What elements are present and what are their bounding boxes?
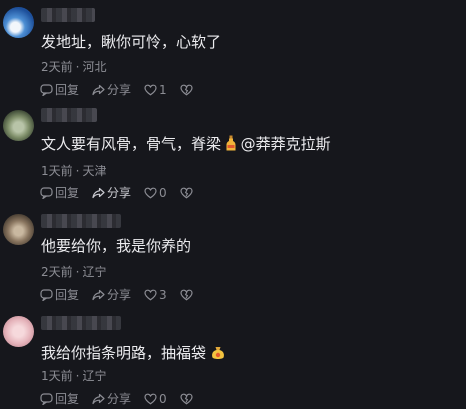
- dislike-heart-icon: [180, 289, 193, 301]
- reply-icon: [40, 393, 53, 405]
- comment-location: 天津: [82, 164, 107, 178]
- share-icon: [92, 187, 105, 199]
- like-count: 1: [159, 83, 167, 97]
- comment-body: 我给你指条明路，抽福袋: [41, 344, 207, 362]
- heart-icon: [144, 84, 157, 96]
- dislike-heart-icon: [180, 84, 193, 96]
- like-count: 0: [159, 392, 167, 406]
- heart-icon: [144, 393, 157, 405]
- reply-button[interactable]: 回复: [40, 391, 79, 407]
- share-label: 分享: [107, 186, 132, 200]
- comment-time: 1天前: [41, 369, 73, 383]
- reply-label: 回复: [55, 392, 80, 406]
- share-button[interactable]: 分享: [92, 287, 131, 303]
- comment-item: 他要给你，我是你养的 2天前 · 辽宁 回复 分享 3: [0, 205, 466, 308]
- comment-item: 我给你指条明路，抽福袋 1天前 · 辽宁 回复 分享 0: [0, 308, 466, 409]
- like-button[interactable]: 0: [144, 391, 167, 407]
- reply-icon: [40, 289, 53, 301]
- comment-time: 1天前: [41, 164, 73, 178]
- dislike-button[interactable]: [180, 289, 195, 301]
- dislike-heart-icon: [180, 187, 193, 199]
- share-button[interactable]: 分享: [92, 82, 131, 98]
- share-icon: [92, 84, 105, 96]
- comment-meta: 2天前 · 河北: [41, 60, 107, 74]
- dislike-button[interactable]: [180, 187, 195, 199]
- username-blurred[interactable]: [41, 108, 97, 122]
- avatar[interactable]: [3, 316, 34, 347]
- mention-link[interactable]: @莽莽克拉斯: [241, 135, 331, 153]
- comment-time: 2天前: [41, 60, 73, 74]
- reply-label: 回复: [55, 83, 80, 97]
- comment-text: 他要给你，我是你养的: [41, 236, 191, 256]
- dislike-heart-icon: [180, 393, 193, 405]
- reply-label: 回复: [55, 288, 80, 302]
- comment-location: 辽宁: [82, 265, 107, 279]
- comment-text: 文人要有风骨，骨气，脊梁 @莽莽克拉斯: [41, 134, 331, 154]
- like-count: 3: [159, 288, 167, 302]
- avatar[interactable]: [3, 7, 34, 38]
- comment-location: 辽宁: [82, 369, 107, 383]
- comment-actions: 回复 分享 0: [40, 391, 195, 407]
- share-label: 分享: [107, 392, 132, 406]
- reply-label: 回复: [55, 186, 80, 200]
- username-blurred[interactable]: [41, 316, 121, 330]
- comment-item: 发地址，瞅你可怜，心软了 2天前 · 河北 回复 分享 1: [0, 0, 466, 100]
- reply-button[interactable]: 回复: [40, 287, 79, 303]
- comment-item: 文人要有风骨，骨气，脊梁 @莽莽克拉斯 1天前 · 天津 回复 分享 0: [0, 100, 466, 205]
- like-button[interactable]: 1: [144, 82, 167, 98]
- comment-actions: 回复 分享 1: [40, 82, 195, 98]
- lucky-bag-emoji-icon: [211, 347, 224, 359]
- share-label: 分享: [107, 83, 132, 97]
- comment-time: 2天前: [41, 265, 73, 279]
- comment-actions: 回复 分享 3: [40, 287, 195, 303]
- like-button[interactable]: 3: [144, 287, 167, 303]
- share-button[interactable]: 分享: [92, 185, 131, 201]
- dislike-button[interactable]: [180, 393, 195, 405]
- reply-icon: [40, 187, 53, 199]
- comment-body: 文人要有风骨，骨气，脊梁: [41, 135, 222, 153]
- like-count: 0: [159, 186, 167, 200]
- comment-text: 发地址，瞅你可怜，心软了: [41, 32, 221, 52]
- comment-meta: 1天前 · 天津: [41, 164, 107, 178]
- like-button[interactable]: 0: [144, 185, 167, 201]
- bottle-emoji-icon: [226, 135, 236, 151]
- comment-text: 我给你指条明路，抽福袋: [41, 343, 225, 363]
- share-icon: [92, 393, 105, 405]
- username-blurred[interactable]: [41, 8, 95, 22]
- dislike-button[interactable]: [180, 84, 195, 96]
- comment-meta: 2天前 · 辽宁: [41, 265, 107, 279]
- share-button[interactable]: 分享: [92, 391, 131, 407]
- comment-actions: 回复 分享 0: [40, 185, 195, 201]
- heart-icon: [144, 187, 157, 199]
- comment-location: 河北: [82, 60, 107, 74]
- reply-button[interactable]: 回复: [40, 185, 79, 201]
- avatar[interactable]: [3, 110, 34, 141]
- reply-button[interactable]: 回复: [40, 82, 79, 98]
- heart-icon: [144, 289, 157, 301]
- share-label: 分享: [107, 288, 132, 302]
- avatar[interactable]: [3, 214, 34, 245]
- comment-body: 发地址，瞅你可怜，心软了: [41, 33, 222, 51]
- comment-body: 他要给你，我是你养的: [41, 237, 192, 255]
- share-icon: [92, 289, 105, 301]
- username-blurred[interactable]: [41, 214, 121, 228]
- comment-meta: 1天前 · 辽宁: [41, 369, 107, 383]
- reply-icon: [40, 84, 53, 96]
